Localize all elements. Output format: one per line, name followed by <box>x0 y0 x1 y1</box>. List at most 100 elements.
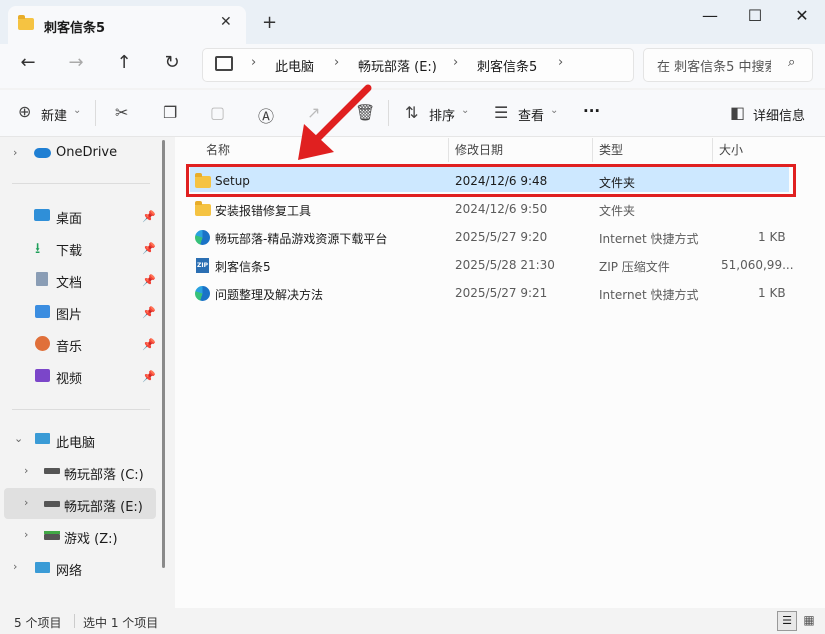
breadcrumb-current-folder[interactable]: 刺客信条5 <box>477 56 537 75</box>
file-modified: 2025/5/28 21:30 <box>455 258 555 272</box>
breadcrumb-chevron-icon[interactable]: › <box>334 55 339 70</box>
more-options-button[interactable]: ··· <box>583 102 600 120</box>
expand-chevron-icon[interactable]: › <box>24 464 28 477</box>
sidebar-item-network[interactable]: 网络 <box>56 560 82 579</box>
network-icon <box>35 562 50 573</box>
file-size: 1 KB <box>758 286 786 300</box>
new-button[interactable]: 新建 <box>41 105 67 124</box>
expand-chevron-icon[interactable]: › <box>13 560 17 573</box>
chevron-down-icon[interactable]: ⌄ <box>73 105 81 116</box>
refresh-button[interactable]: ↻ <box>159 52 185 76</box>
item-count: 5 个项目 <box>14 616 62 630</box>
zip-icon: ZIP <box>196 258 209 273</box>
sidebar-item-videos[interactable]: 视频 <box>56 368 82 387</box>
pin-icon[interactable]: 📌 <box>142 210 156 223</box>
annotation-arrow-icon <box>298 84 372 160</box>
column-header-name[interactable]: 名称 <box>206 141 230 158</box>
up-button[interactable]: ↑ <box>111 52 137 76</box>
sidebar-item-desktop[interactable]: 桌面 <box>56 208 82 227</box>
sidebar-item-music[interactable]: 音乐 <box>56 336 82 355</box>
view-icon[interactable]: ☰ <box>494 103 508 122</box>
expand-chevron-icon[interactable]: › <box>13 146 17 159</box>
pin-icon[interactable]: 📌 <box>142 242 156 255</box>
this-pc-icon <box>35 433 50 444</box>
expand-chevron-icon[interactable]: › <box>24 528 28 541</box>
file-name[interactable]: 问题整理及解决方法 <box>215 286 323 303</box>
folder-icon <box>195 173 211 188</box>
sidebar-item-drive-c[interactable]: 畅玩部落 (C:) <box>64 464 144 483</box>
chevron-down-icon[interactable]: ⌄ <box>461 105 469 116</box>
breadcrumb-chevron-icon[interactable]: › <box>453 55 458 70</box>
file-name[interactable]: 畅玩部落-精品游戏资源下载平台 <box>215 230 387 247</box>
column-header-size[interactable]: 大小 <box>719 141 743 158</box>
pictures-icon <box>35 305 50 318</box>
search-input[interactable]: 在 刺客信条5 中搜索 <box>657 56 771 75</box>
details-pane-icon[interactable]: ◧ <box>730 103 745 122</box>
column-divider[interactable] <box>712 138 713 162</box>
desktop-icon <box>34 209 50 221</box>
sidebar-item-onedrive[interactable]: OneDrive <box>56 145 117 160</box>
file-modified: 2024/12/6 9:48 <box>455 174 548 188</box>
sidebar-item-drive-z[interactable]: 游戏 (Z:) <box>64 528 118 547</box>
details-button[interactable]: 详细信息 <box>753 105 805 124</box>
sidebar-item-documents[interactable]: 文档 <box>56 272 82 291</box>
edge-shortcut-icon <box>195 286 210 301</box>
column-divider[interactable] <box>448 138 449 162</box>
pin-icon[interactable]: 📌 <box>142 306 156 319</box>
music-icon <box>35 336 50 351</box>
selected-count: 选中 1 个项目 <box>83 616 159 630</box>
column-divider[interactable] <box>592 138 593 162</box>
column-header-type[interactable]: 类型 <box>599 141 623 158</box>
tiles-view-icon[interactable]: ▦ <box>800 611 818 629</box>
folder-icon <box>195 201 211 216</box>
breadcrumb-chevron-icon[interactable]: › <box>251 55 256 70</box>
file-modified: 2024/12/6 9:50 <box>455 202 548 216</box>
video-icon <box>35 369 50 382</box>
chevron-down-icon[interactable]: ⌄ <box>550 105 558 116</box>
search-icon[interactable]: ⌕ <box>788 55 795 70</box>
maximize-button[interactable]: ☐ <box>735 6 775 26</box>
forward-button[interactable]: → <box>63 52 89 76</box>
pin-icon[interactable]: 📌 <box>142 274 156 287</box>
expand-chevron-icon[interactable]: › <box>24 496 28 509</box>
sidebar-item-drive-e[interactable]: 畅玩部落 (E:) <box>64 496 143 515</box>
view-button[interactable]: 查看 <box>518 105 544 124</box>
breadcrumb-drive-e[interactable]: 畅玩部落 (E:) <box>358 56 437 75</box>
sidebar-scrollbar[interactable] <box>162 140 165 568</box>
cut-icon[interactable]: ✂ <box>115 103 128 122</box>
chevron-down-icon[interactable]: ⌄ <box>14 432 23 445</box>
rename-icon[interactable]: Ⓐ <box>258 103 274 127</box>
close-window-button[interactable]: ✕ <box>782 6 822 26</box>
copy-icon[interactable]: ❐ <box>163 103 177 122</box>
breadcrumb-this-pc[interactable]: 此电脑 <box>275 56 314 75</box>
sidebar-item-this-pc[interactable]: 此电脑 <box>56 432 95 451</box>
minimize-button[interactable]: — <box>690 6 730 26</box>
toolbar-divider <box>95 100 96 126</box>
toolbar-divider <box>388 100 389 126</box>
sidebar-divider <box>12 183 150 184</box>
file-type: 文件夹 <box>599 176 636 190</box>
download-icon: ⭳ <box>35 239 41 257</box>
tab-title: 刺客信条5 <box>44 21 106 36</box>
new-tab-button[interactable]: + <box>262 12 277 33</box>
breadcrumb-chevron-icon[interactable]: › <box>558 55 563 70</box>
sidebar-item-pictures[interactable]: 图片 <box>56 304 82 323</box>
file-name[interactable]: Setup <box>215 174 250 188</box>
file-name[interactable]: 刺客信条5 <box>215 258 271 275</box>
file-size: 51,060,99... <box>721 258 794 272</box>
paste-icon[interactable]: ▢ <box>210 103 225 122</box>
drive-e-icon <box>44 501 60 507</box>
sort-icon[interactable]: ⇅ <box>405 103 418 122</box>
column-header-modified[interactable]: 修改日期 <box>455 141 503 158</box>
tab-close-icon[interactable]: ✕ <box>220 14 232 30</box>
new-icon[interactable]: ⊕ <box>18 102 31 121</box>
details-view-icon[interactable]: ☰ <box>777 611 797 631</box>
sort-button[interactable]: 排序 <box>429 105 455 124</box>
file-size: 1 KB <box>758 230 786 244</box>
file-name[interactable]: 安装报错修复工具 <box>215 202 311 219</box>
pin-icon[interactable]: 📌 <box>142 338 156 351</box>
pin-icon[interactable]: 📌 <box>142 370 156 383</box>
back-button[interactable]: ← <box>15 52 41 76</box>
status-divider <box>74 614 75 628</box>
sidebar-item-downloads[interactable]: 下载 <box>56 240 82 259</box>
